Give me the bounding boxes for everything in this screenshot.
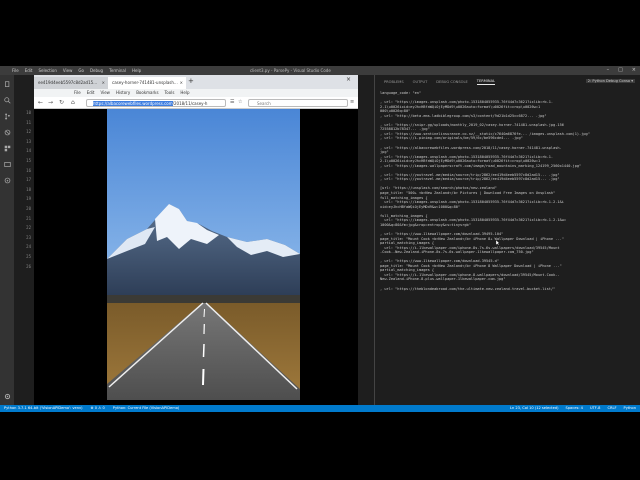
- menu-selection[interactable]: Selection: [38, 68, 56, 73]
- menu-view[interactable]: View: [63, 68, 73, 73]
- docker-icon[interactable]: ✦: [4, 177, 11, 184]
- browser-tab[interactable]: ee419d4eeb5597c8d2ad15... ×: [34, 77, 108, 89]
- window-controls: – □ ×: [607, 67, 636, 73]
- maximize-icon[interactable]: □: [618, 67, 623, 73]
- browser-menu-tools[interactable]: Tools: [165, 90, 175, 95]
- reload-icon[interactable]: ↻: [59, 99, 64, 106]
- line-number: 25: [26, 253, 31, 259]
- search-placeholder: Search: [257, 101, 271, 106]
- tab-close-icon[interactable]: ×: [102, 77, 105, 89]
- line-number: 17: [26, 177, 31, 183]
- menu-go[interactable]: Go: [78, 68, 84, 73]
- line-ending-status[interactable]: CRLF: [607, 405, 616, 412]
- debug-config-status[interactable]: Python: Current File (VisionAPIDemo): [113, 405, 180, 412]
- browser-nav-bar: ← → ↻ ⌂ https://albacorewebfiles.wordpre…: [34, 97, 358, 109]
- tab-output[interactable]: OUTPUT: [413, 80, 428, 84]
- source-control-icon[interactable]: [4, 113, 11, 120]
- browser-close-icon[interactable]: ×: [346, 76, 351, 83]
- browser-menu-history[interactable]: History: [116, 90, 130, 95]
- menu-edit[interactable]: Edit: [25, 68, 33, 73]
- extensions-icon[interactable]: [4, 145, 11, 152]
- line-number: 23: [26, 234, 31, 240]
- terminal-selector[interactable]: 2: Python Debug Conso ▾: [585, 79, 635, 83]
- line-number: 19: [26, 196, 31, 202]
- browser-menu-file[interactable]: File: [74, 90, 81, 95]
- activity-bar: ✦: [0, 75, 14, 405]
- url-bar[interactable]: https://albacorewebfiles.wordpress.com/2…: [86, 99, 226, 107]
- close-icon[interactable]: ×: [632, 67, 636, 73]
- forward-icon[interactable]: →: [48, 99, 53, 106]
- line-number: 21: [26, 215, 31, 221]
- search-input[interactable]: Search: [248, 99, 348, 107]
- line-number: 12: [26, 129, 31, 135]
- line-number: 18: [26, 186, 31, 192]
- browser-menu-bar: File Edit View History Bookmarks Tools H…: [34, 89, 358, 97]
- line-number: 20: [26, 205, 31, 211]
- search-icon[interactable]: [4, 97, 11, 104]
- tab-label: ee419d4eeb5597c8d2ad15...: [38, 80, 98, 85]
- bottom-panel: PROBLEMS OUTPUT DEBUG CONSOLE TERMINAL 2…: [374, 75, 640, 405]
- debug-icon[interactable]: [4, 129, 11, 136]
- minimize-icon[interactable]: –: [607, 67, 610, 73]
- line-number: 14: [26, 148, 31, 154]
- url-rest-text: /2018/11/casey-h: [172, 101, 208, 106]
- browser-tab-strip: ee419d4eeb5597c8d2ad15... × casey-horner…: [34, 75, 358, 89]
- vscode-title-bar: File Edit Selection View Go Debug Termin…: [0, 66, 640, 75]
- panel-tabs: PROBLEMS OUTPUT DEBUG CONSOLE TERMINAL 2…: [375, 75, 640, 89]
- browser-menu-bookmarks[interactable]: Bookmarks: [136, 90, 158, 95]
- line-number: 22: [26, 225, 31, 231]
- line-number: 10: [26, 110, 31, 115]
- menu-terminal[interactable]: Terminal: [109, 68, 126, 73]
- tab-close-icon[interactable]: ×: [180, 77, 183, 89]
- tab-terminal[interactable]: TERMINAL: [476, 79, 496, 85]
- status-bar: Python 3.7.1 64-bit ('VisionAPIDemo': ve…: [0, 405, 640, 412]
- problems-status[interactable]: ⊗ 0 ⚠ 0: [91, 405, 105, 412]
- reader-view-icon[interactable]: ☰: [230, 99, 234, 105]
- tab-debug-console[interactable]: DEBUG CONSOLE: [436, 80, 467, 84]
- remote-icon[interactable]: [4, 161, 11, 168]
- mouse-cursor-icon: [496, 240, 500, 245]
- menu-debug[interactable]: Debug: [90, 68, 103, 73]
- encoding-status[interactable]: UTF-8: [590, 405, 600, 412]
- mountain-road-image: [107, 109, 300, 400]
- bookmark-star-icon[interactable]: ☆: [238, 99, 242, 105]
- line-numbers-gutter: 10 11 12 13 14 15 16 17 18 19 20 21 22 23 24 25 26: [14, 110, 34, 360]
- line-number: 16: [26, 167, 31, 173]
- back-icon[interactable]: ←: [38, 99, 43, 106]
- menu-help[interactable]: Help: [132, 68, 141, 73]
- svg-text:✦: ✦: [6, 179, 9, 183]
- home-icon[interactable]: ⌂: [71, 99, 75, 106]
- terminal-line: , url: "https://theblondeabroad.com/the-…: [380, 286, 556, 291]
- browser-tab-active[interactable]: casey-horner-741481-unsplash... ×: [108, 77, 186, 89]
- window-title: client3.py - ParsePy - Visual Studio Cod…: [250, 68, 331, 73]
- cursor-position-status[interactable]: Ln 23, Col 10 (12 selected): [510, 405, 559, 412]
- explorer-icon[interactable]: [4, 81, 11, 88]
- menu-file[interactable]: File: [12, 68, 19, 73]
- tab-problems[interactable]: PROBLEMS: [384, 80, 404, 84]
- vscode-menu-bar: File Edit Selection View Go Debug Termin…: [12, 68, 141, 73]
- line-number: 13: [26, 138, 31, 144]
- new-tab-icon[interactable]: +: [188, 77, 194, 85]
- language-mode-status[interactable]: Python: [624, 405, 636, 412]
- indentation-status[interactable]: Spaces: 4: [566, 405, 583, 412]
- line-number: 15: [26, 157, 31, 163]
- python-interpreter-status[interactable]: Python 3.7.1 64-bit ('VisionAPIDemo': ve…: [4, 405, 83, 412]
- settings-gear-icon[interactable]: [4, 393, 11, 400]
- menu-hamburger-icon[interactable]: ≡: [350, 99, 354, 105]
- browser-menu-help[interactable]: Help: [180, 90, 189, 95]
- line-number: 11: [26, 119, 31, 125]
- line-number: 24: [26, 244, 31, 250]
- browser-menu-edit[interactable]: Edit: [87, 90, 95, 95]
- url-selected-text: https://albacorewebfiles.wordpress.com: [93, 101, 173, 106]
- line-number: 26: [26, 263, 31, 269]
- browser-menu-view[interactable]: View: [100, 90, 110, 95]
- tab-label: casey-horner-741481-unsplash...: [112, 80, 178, 85]
- terminal-output[interactable]: language_code: "en", url: "https://image…: [380, 91, 636, 403]
